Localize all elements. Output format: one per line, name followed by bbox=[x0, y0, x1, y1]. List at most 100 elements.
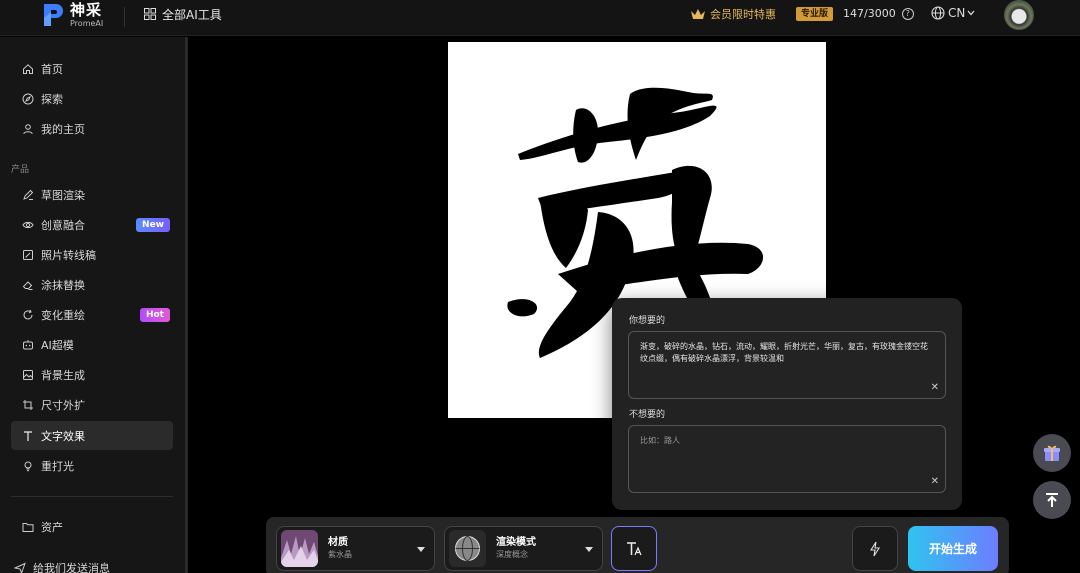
chevron-down-icon bbox=[967, 10, 975, 16]
arrow-up-to-top-icon bbox=[1046, 493, 1058, 507]
logo-subname: PromeAI bbox=[70, 18, 104, 28]
logo-name: 神采 bbox=[70, 0, 103, 19]
logo[interactable]: 神采 PromeAI bbox=[42, 2, 103, 28]
sidebar-item-label: 涂抹替换 bbox=[41, 278, 85, 292]
crown-icon bbox=[691, 9, 705, 19]
clear-icon[interactable]: ✕ bbox=[931, 476, 939, 488]
sidebar-item-label: 背景生成 bbox=[41, 368, 85, 382]
material-title: 材质 bbox=[328, 537, 348, 549]
sidebar-item-assets[interactable]: 资产 bbox=[11, 512, 173, 541]
negative-prompt-placeholder: 比如：路人 bbox=[640, 436, 680, 445]
sidebar-item-relight[interactable]: 重打光 bbox=[11, 451, 173, 480]
sidebar-item-label: 探索 bbox=[41, 92, 63, 106]
sidebar-item-photo-to-lineart[interactable]: 照片转线稿 bbox=[11, 240, 173, 269]
sidebar-item-label: 重打光 bbox=[41, 459, 74, 473]
vip-promo-link[interactable]: 会员限时特惠 bbox=[690, 6, 776, 22]
sidebar-item-profile[interactable]: 我的主页 bbox=[11, 114, 173, 143]
clear-icon[interactable]: ✕ bbox=[931, 382, 939, 394]
credits-value: 147/3000 bbox=[843, 7, 896, 20]
globe-icon bbox=[931, 6, 945, 20]
image-edit-icon bbox=[23, 249, 33, 260]
gift-button[interactable] bbox=[1033, 434, 1071, 472]
lightning-icon bbox=[870, 541, 880, 556]
folder-icon bbox=[22, 522, 34, 532]
feedback-link[interactable]: 给我们发送消息 bbox=[3, 553, 165, 573]
back-to-top-button[interactable] bbox=[1033, 481, 1071, 519]
sidebar-item-label: 文字效果 bbox=[41, 429, 85, 443]
material-value: 紫水晶 bbox=[328, 549, 352, 559]
sidebar-item-label: 照片转线稿 bbox=[41, 248, 96, 262]
sidebar-item-text-effect[interactable]: 文字效果 bbox=[11, 421, 173, 450]
sidebar-item-label: 草图渲染 bbox=[41, 188, 85, 202]
credits-counter: 147/3000 ? bbox=[843, 7, 914, 20]
fast-mode-button[interactable] bbox=[852, 526, 898, 571]
refresh-icon bbox=[23, 309, 33, 319]
negative-prompt-input[interactable]: 比如：路人 ✕ bbox=[628, 425, 946, 493]
top-bar: 神采 PromeAI 全部AI工具 会员限时特惠 专业版 147/3000 ? … bbox=[0, 0, 1080, 36]
gift-icon bbox=[1044, 445, 1060, 461]
help-icon[interactable]: ? bbox=[901, 7, 914, 20]
sidebar-item-explore[interactable]: 探索 bbox=[11, 84, 173, 113]
home-icon bbox=[23, 63, 33, 74]
positive-prompt-label: 你想要的 bbox=[629, 316, 666, 326]
compass-icon bbox=[22, 93, 34, 104]
avatar[interactable] bbox=[1004, 0, 1034, 30]
sidebar-item-home[interactable]: 首页 bbox=[11, 54, 173, 83]
sketch-icon bbox=[23, 189, 34, 200]
language-label: CN bbox=[948, 6, 966, 20]
sidebar-item-variation-redraw[interactable]: 变化重绘 Hot bbox=[11, 300, 173, 329]
caret-down-icon bbox=[585, 547, 593, 552]
vip-label: 会员限时特惠 bbox=[710, 8, 776, 21]
sidebar-item-label: 创意融合 bbox=[41, 218, 85, 232]
material-thumbnail bbox=[281, 530, 318, 567]
render-mode-selector[interactable]: 渲染模式 深度概念 bbox=[444, 526, 603, 571]
user-icon bbox=[23, 123, 33, 134]
sidebar-item-label: 首页 bbox=[41, 62, 63, 76]
plan-badge: 专业版 bbox=[796, 7, 834, 21]
sidebar-item-label: 我的主页 bbox=[41, 122, 85, 136]
sidebar-item-creative-fusion[interactable]: 创意融合 New bbox=[11, 210, 173, 239]
section-label-products: 产品 bbox=[11, 165, 30, 175]
divider bbox=[11, 496, 173, 497]
eraser-icon bbox=[22, 280, 33, 290]
sidebar: 首页 探索 我的主页 产品 草图渲染 创意融合 New 照片转线稿 涂抹替换 变… bbox=[0, 37, 188, 573]
sidebar-item-label: 尺寸外扩 bbox=[41, 398, 85, 412]
sidebar-item-label: 变化重绘 bbox=[41, 308, 85, 322]
render-mode-value: 深度概念 bbox=[496, 549, 528, 559]
text-style-icon bbox=[627, 541, 642, 555]
sidebar-item-background-gen[interactable]: 背景生成 bbox=[11, 360, 173, 389]
logo-icon bbox=[42, 2, 64, 28]
new-badge: New bbox=[136, 218, 170, 232]
generate-button[interactable]: 开始生成 bbox=[908, 526, 998, 571]
text-icon bbox=[24, 430, 32, 441]
feedback-label: 给我们发送消息 bbox=[33, 561, 110, 573]
render-mode-title: 渲染模式 bbox=[496, 537, 536, 549]
sidebar-item-sketch-render[interactable]: 草图渲染 bbox=[11, 180, 173, 209]
text-style-button[interactable] bbox=[611, 526, 657, 571]
bottom-toolbar: 材质 紫水晶 渲染模式 深度概念 开始生成 bbox=[266, 517, 1009, 573]
sidebar-item-label: AI超模 bbox=[41, 338, 74, 352]
sidebar-item-smear-replace[interactable]: 涂抹替换 bbox=[11, 270, 173, 299]
negative-prompt-label: 不想要的 bbox=[629, 410, 666, 420]
send-icon bbox=[14, 562, 26, 573]
caret-down-icon bbox=[417, 547, 425, 552]
all-tools-label: 全部AI工具 bbox=[162, 7, 222, 22]
crop-icon bbox=[23, 399, 33, 410]
sidebar-item-ai-model[interactable]: AI超模 bbox=[11, 330, 173, 359]
prompt-panel: 你想要的 渐变，破碎的水晶，钻石，流动，耀眼，折射光芒，华丽，复古，有玫瑰金镂空… bbox=[612, 298, 962, 510]
all-tools-button[interactable]: 全部AI工具 bbox=[144, 6, 222, 22]
background-icon bbox=[23, 369, 33, 380]
grid-icon bbox=[144, 8, 156, 20]
divider bbox=[124, 7, 125, 27]
robot-icon bbox=[23, 339, 33, 349]
language-selector[interactable]: CN bbox=[931, 6, 978, 20]
sidebar-item-label: 资产 bbox=[41, 520, 63, 534]
material-selector[interactable]: 材质 紫水晶 bbox=[276, 526, 435, 571]
hot-badge: Hot bbox=[139, 308, 170, 322]
light-icon bbox=[24, 461, 32, 471]
positive-prompt-input[interactable]: 渐变，破碎的水晶，钻石，流动，耀眼，折射光芒，华丽，复古，有玫瑰金镂空花纹点缀，… bbox=[628, 331, 946, 399]
render-mode-thumbnail bbox=[449, 530, 486, 567]
eye-icon bbox=[22, 221, 34, 228]
positive-prompt-text: 渐变，破碎的水晶，钻石，流动，耀眼，折射光芒，华丽，复古，有玫瑰金镂空花纹点缀，… bbox=[640, 342, 928, 363]
sidebar-item-outpaint[interactable]: 尺寸外扩 bbox=[11, 390, 173, 419]
